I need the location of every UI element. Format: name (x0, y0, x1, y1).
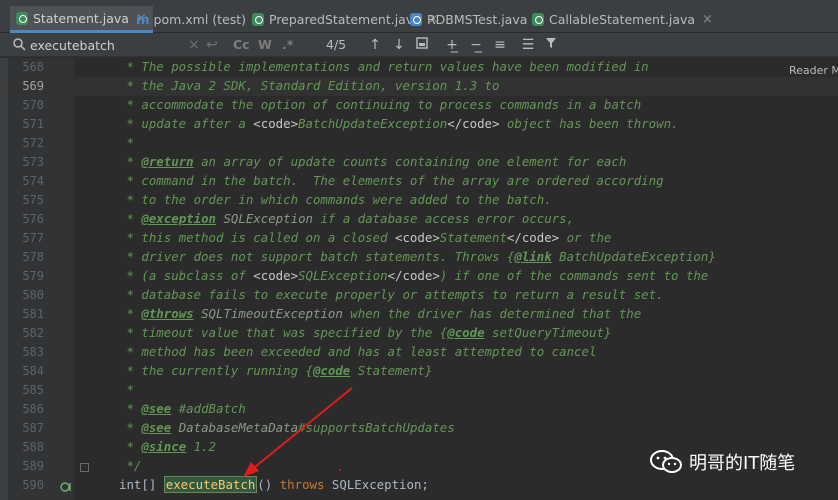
code-line: * The possible implementations and retur… (119, 59, 649, 74)
code-line: * @see DatabaseMetaData#supportsBatchUpd… (119, 420, 455, 435)
line-number: 575 (22, 193, 44, 207)
code-line: * (a subclass of <code>SQLException</cod… (119, 268, 709, 283)
line-number: 588 (22, 440, 44, 454)
code-line: * @exception SQLException if a database … (119, 211, 575, 226)
code-line: * method has been exceeded and has at le… (119, 344, 597, 359)
code-line: * @throws SQLTimeoutException when the d… (119, 306, 642, 321)
select-all-matches-icon[interactable]: ≡ (492, 37, 508, 53)
watermark: 明哥的IT随笔 (649, 449, 795, 475)
code-line: * @since 1.2 (119, 439, 216, 454)
code-line: * the currently running {@code Statement… (119, 363, 433, 378)
replace-icon[interactable]: ↩ (204, 37, 220, 53)
java-interface-icon (252, 13, 264, 26)
code-line: * accommodate the option of continuing t… (119, 97, 642, 112)
line-number: 578 (22, 250, 44, 264)
remove-occurrence-icon[interactable]: −̲ (468, 37, 484, 53)
line-number: 580 (22, 288, 44, 302)
code-line: int[] executeBatch() throws SQLException… (119, 476, 429, 493)
java-interface-icon (16, 11, 28, 25)
code-line: * @see #addBatch (119, 401, 246, 416)
line-number: 586 (22, 402, 44, 416)
line-number: 585 (22, 383, 44, 397)
line-number: 579 (22, 269, 44, 283)
line-number: 572 (22, 136, 44, 150)
find-bar: × ↩ Cc W .* 4/5 ↑ ↓ +̲ −̲ ≡ ☰ (0, 33, 838, 57)
fold-marker-icon[interactable] (80, 463, 89, 472)
watermark-text: 明哥的IT随笔 (689, 453, 796, 474)
java-class-icon (410, 13, 422, 26)
line-number: 570 (22, 98, 44, 112)
tab-label: CallableStatement.java (549, 12, 696, 27)
tab-callablestatement-java[interactable]: CallableStatement.java × (526, 6, 719, 33)
line-number: 571 (22, 117, 44, 131)
implemented-method-icon[interactable] (60, 481, 72, 493)
line-number: 584 (22, 364, 44, 378)
line-number: 577 (22, 231, 44, 245)
tab-label: Statement.java (33, 10, 129, 26)
code-line: * (119, 135, 134, 150)
line-number: 582 (22, 326, 44, 340)
filter-options-icon[interactable]: ☰ (520, 37, 536, 53)
search-match-highlight: executeBatch (163, 476, 258, 493)
close-icon[interactable]: × (702, 12, 713, 27)
regex-toggle[interactable]: .* (282, 33, 293, 57)
tab-label: PreparedStatement.java (269, 12, 421, 27)
select-all-occurrences-icon[interactable] (414, 37, 430, 53)
line-number: 576 (22, 212, 44, 226)
reader-mode-toggle[interactable]: Reader Mo (789, 64, 838, 77)
code-line: * timeout value that was specified by th… (119, 325, 612, 340)
search-icon[interactable] (11, 37, 27, 53)
line-number: 568 (22, 60, 44, 74)
editor-tab-bar: Statement.java × m pom.xml (test) × Prep… (0, 0, 838, 33)
maven-icon: m (136, 13, 150, 28)
clear-icon[interactable]: × (186, 37, 202, 53)
code-line: * @return an array of update counts cont… (119, 154, 627, 169)
filter-icon[interactable] (543, 37, 559, 53)
line-number: 590 (22, 478, 44, 492)
previous-match-icon[interactable]: ↑ (367, 37, 383, 53)
code-line: * this method is called on a closed <cod… (119, 230, 612, 245)
line-number: 583 (22, 345, 44, 359)
tab-label: RDBMSTest.java (427, 12, 528, 27)
code-line: * database fails to execute properly or … (119, 287, 664, 302)
code-line: * (119, 382, 134, 397)
code-line: * the Java 2 SDK, Standard Edition, vers… (119, 78, 500, 93)
match-counter: 4/5 (326, 37, 347, 52)
line-number: 574 (22, 174, 44, 188)
code-line: */ (119, 458, 142, 473)
wechat-icon (650, 450, 682, 473)
match-case-toggle[interactable]: Cc (233, 33, 250, 57)
tab-label: pom.xml (test) (153, 12, 247, 27)
line-number: 581 (22, 307, 44, 321)
line-number: 589 (22, 459, 44, 473)
next-match-icon[interactable]: ↓ (391, 37, 407, 53)
line-number: 569 (22, 79, 44, 93)
code-line: * command in the batch. The elements of … (119, 173, 664, 188)
java-interface-icon (532, 13, 544, 26)
code-line: * update after a <code>BatchUpdateExcept… (119, 116, 679, 131)
words-toggle[interactable]: W (258, 33, 272, 57)
code-line: * to the order in which commands were ad… (119, 192, 552, 207)
code-line: * driver does not support batch statemen… (119, 249, 716, 264)
line-number: 573 (22, 155, 44, 169)
add-occurrence-icon[interactable]: +̲ (444, 37, 460, 53)
search-input[interactable] (30, 36, 200, 54)
tool-window-strip (0, 58, 8, 500)
line-number: 587 (22, 421, 44, 435)
